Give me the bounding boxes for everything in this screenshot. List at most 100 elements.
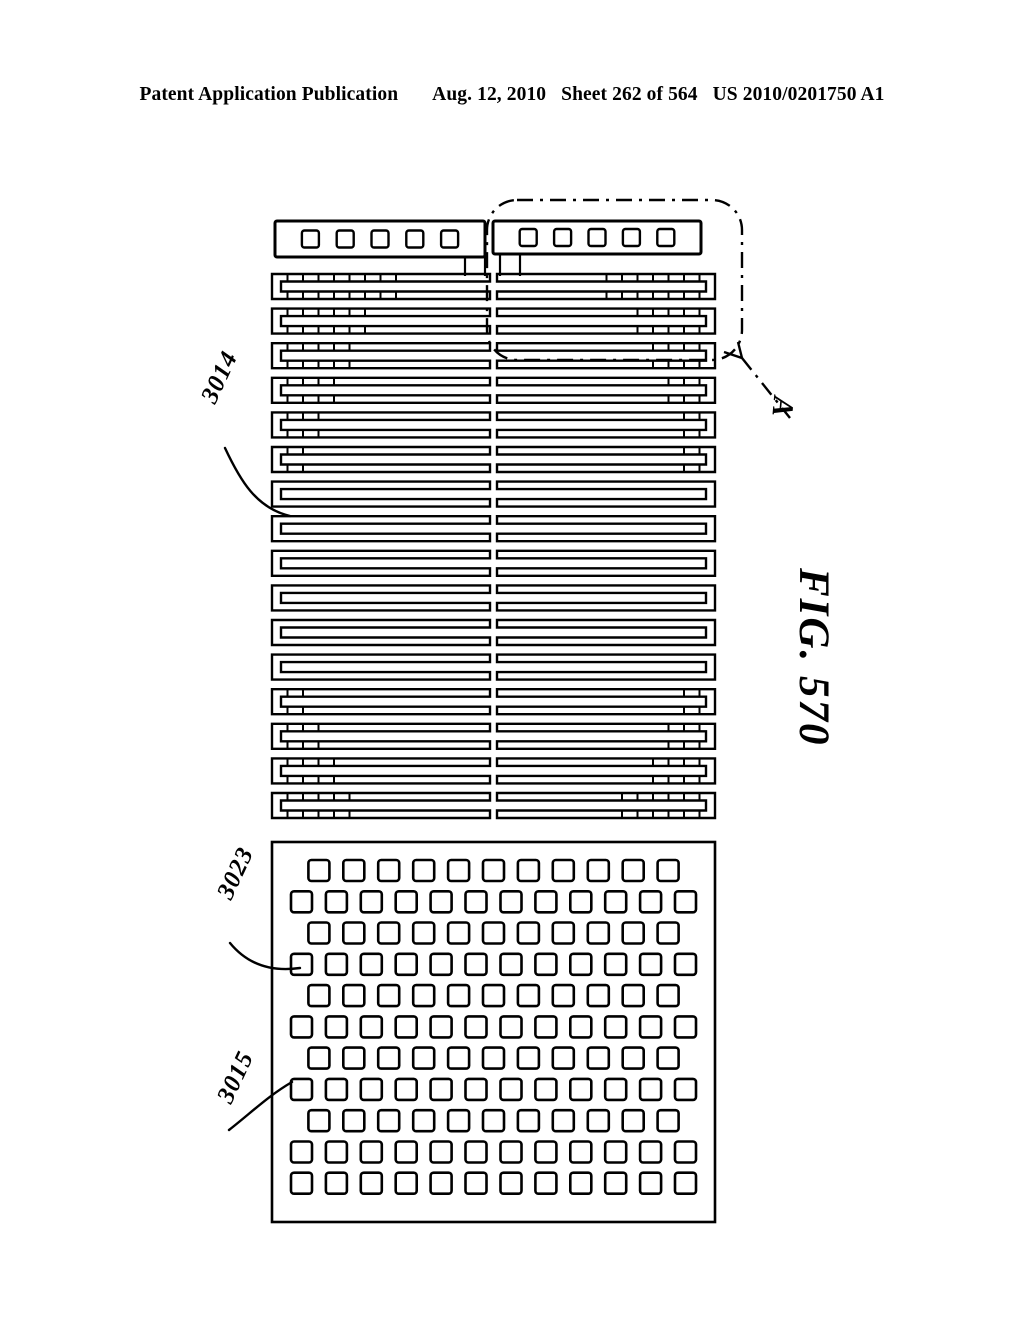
nozzle-aperture <box>499 1171 523 1195</box>
heater-trace <box>495 480 717 508</box>
nozzle-aperture <box>673 1171 698 1195</box>
nozzle-aperture <box>481 858 506 883</box>
heater-trace <box>270 307 492 335</box>
nozzle-aperture <box>638 889 663 914</box>
nozzle-aperture <box>516 1108 541 1133</box>
bus-bar-contact-pad <box>335 229 355 249</box>
heater-element <box>270 307 492 335</box>
nozzle-aperture <box>446 1108 471 1133</box>
heater-element <box>495 307 717 335</box>
nozzle-aperture <box>481 983 506 1008</box>
nozzle-aperture <box>429 1171 453 1195</box>
nozzle-aperture <box>603 1171 628 1195</box>
nozzle-aperture <box>603 889 628 914</box>
heater-element <box>270 549 492 577</box>
nozzle-aperture <box>551 921 576 945</box>
heater-trace <box>270 411 492 439</box>
nozzle-aperture <box>289 1171 314 1195</box>
nozzle-aperture <box>638 1077 663 1102</box>
nozzle-aperture <box>394 1015 419 1039</box>
nozzle-aperture <box>534 1171 558 1195</box>
nozzle-aperture <box>324 1077 349 1102</box>
heater-element <box>495 722 717 750</box>
nozzle-aperture <box>289 1140 314 1164</box>
nozzle-plate-border <box>270 840 717 1224</box>
heater-trace <box>270 445 492 474</box>
nozzle-aperture <box>341 858 366 883</box>
nozzle-aperture <box>376 983 401 1008</box>
heater-element <box>495 549 717 577</box>
nozzle-aperture <box>656 921 680 945</box>
heater-trace <box>495 722 717 750</box>
nozzle-aperture <box>359 1015 384 1039</box>
nozzle-aperture <box>429 952 453 977</box>
nozzle-aperture <box>603 1015 628 1039</box>
heater-trace <box>270 653 492 681</box>
nozzle-aperture <box>534 889 558 914</box>
nozzle-aperture <box>324 1015 349 1039</box>
heater-element-group <box>270 272 717 820</box>
nozzle-aperture <box>376 1046 401 1070</box>
heater-element <box>495 445 717 474</box>
nozzle-aperture <box>464 1140 488 1164</box>
nozzle-aperture <box>499 889 523 914</box>
nozzle-aperture <box>411 858 436 883</box>
nozzle-aperture <box>411 983 436 1008</box>
nozzle-aperture <box>289 1077 314 1102</box>
heater-element <box>270 791 492 820</box>
heater-trace <box>495 653 717 681</box>
heater-trace <box>270 757 492 785</box>
nozzle-aperture <box>289 1015 314 1039</box>
heater-trace <box>495 688 717 716</box>
heater-trace <box>270 791 492 820</box>
nozzle-aperture <box>446 983 471 1008</box>
nozzle-aperture <box>603 1077 628 1102</box>
nozzle-aperture <box>446 1046 471 1070</box>
nozzle-aperture <box>673 1077 698 1102</box>
nozzle-aperture <box>621 858 646 883</box>
nozzle-aperture <box>551 983 576 1008</box>
nozzle-aperture <box>481 1108 506 1133</box>
nozzle-aperture <box>359 1171 384 1195</box>
heater-trace <box>270 515 492 543</box>
nozzle-aperture <box>673 1015 698 1039</box>
nozzle-aperture <box>411 1108 436 1133</box>
heater-trace <box>495 411 717 439</box>
nozzle-aperture <box>359 1077 384 1102</box>
nozzle-aperture <box>586 1046 611 1070</box>
nozzle-aperture <box>394 889 419 914</box>
nozzle-aperture <box>307 921 331 945</box>
nozzle-aperture <box>481 1046 506 1070</box>
nozzle-aperture <box>429 889 453 914</box>
heater-trace <box>270 376 492 404</box>
heater-element <box>270 618 492 647</box>
bus-bar-contact-pad <box>552 227 573 248</box>
heater-trace <box>270 722 492 750</box>
nozzle-aperture <box>656 1046 680 1070</box>
bus-bar-contact-pad <box>439 229 460 249</box>
nozzle-aperture <box>499 1140 523 1164</box>
nozzle-aperture <box>673 952 698 977</box>
heater-element <box>495 272 717 301</box>
nozzle-aperture <box>307 1108 331 1133</box>
heater-element <box>270 653 492 681</box>
nozzle-aperture <box>307 858 331 883</box>
nozzle-aperture <box>586 921 611 945</box>
nozzle-aperture <box>464 1077 488 1102</box>
nozzle-aperture <box>603 1140 628 1164</box>
nozzle-aperture <box>289 889 314 914</box>
nozzle-aperture <box>516 1046 541 1070</box>
nozzle-aperture <box>394 1077 419 1102</box>
nozzle-aperture <box>656 983 680 1008</box>
nozzle-plate-group <box>270 840 717 1224</box>
nozzle-aperture <box>341 1046 366 1070</box>
nozzle-aperture <box>446 858 471 883</box>
nozzle-aperture <box>464 889 488 914</box>
heater-element <box>495 480 717 508</box>
heater-element <box>495 584 717 612</box>
bus-connector-group <box>463 252 522 276</box>
nozzle-aperture <box>499 1015 523 1039</box>
nozzle-aperture <box>656 1108 680 1133</box>
bus-bar-contact-pad <box>518 227 538 248</box>
detail-callout-boundary <box>485 198 744 362</box>
